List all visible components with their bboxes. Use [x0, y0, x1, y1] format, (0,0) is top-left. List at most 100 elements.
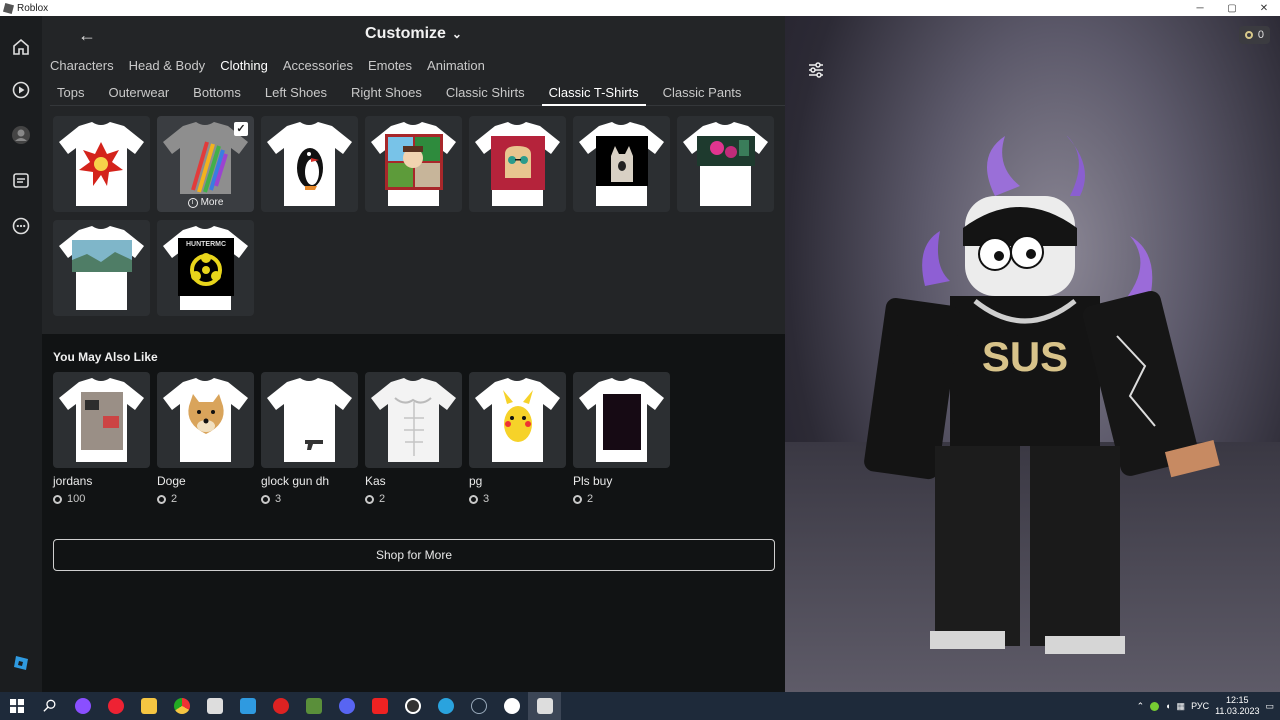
volume-icon[interactable]: ◖ [1165, 701, 1170, 711]
item-tile[interactable] [573, 116, 670, 212]
rec-price: 2 [573, 493, 593, 505]
roblox-logo-icon [2, 2, 15, 14]
item-tile[interactable] [53, 116, 150, 212]
more-info-button[interactable]: i More [158, 194, 253, 211]
rec-price: 2 [365, 493, 385, 505]
equipped-check-icon: ✓ [234, 122, 248, 136]
robux-icon [573, 494, 582, 504]
tab-characters[interactable]: Characters [50, 56, 122, 76]
start-button[interactable] [0, 692, 33, 720]
roblox-running-app-icon[interactable] [528, 692, 561, 720]
chat-icon[interactable] [8, 168, 34, 194]
explorer-app-icon[interactable] [132, 692, 165, 720]
roblox-studio-app-icon[interactable] [231, 692, 264, 720]
tab-clothing[interactable]: Clothing [220, 56, 276, 76]
item-tile[interactable] [53, 220, 150, 316]
minimize-button[interactable]: ─ [1184, 0, 1216, 16]
discord-app-icon[interactable] [330, 692, 363, 720]
chrome-app-icon[interactable] [165, 692, 198, 720]
robux-icon [261, 494, 270, 504]
robux-balance-value: 0 [1257, 29, 1264, 41]
rec-thumbnail[interactable] [157, 372, 254, 468]
subtab-classic-shirts[interactable]: Classic Shirts [439, 82, 532, 105]
rec-thumbnail[interactable] [261, 372, 358, 468]
taskbar-clock[interactable]: 12:15 11.03.2023 [1215, 695, 1259, 717]
item-tile[interactable] [365, 116, 462, 212]
tray-chevron-up-icon[interactable]: ⌃ [1137, 701, 1145, 712]
avatar-icon[interactable] [8, 122, 34, 148]
recommendations-section: You May Also Like jordans 100 Doge 2 glo… [42, 334, 785, 692]
subtab-outerwear[interactable]: Outerwear [101, 82, 176, 105]
notifications-icon[interactable]: ▭ [1265, 701, 1274, 712]
tab-accessories[interactable]: Accessories [283, 56, 361, 76]
toast-glasses-shirt-icon [475, 122, 560, 206]
item-tile[interactable]: HUNTERMC [157, 220, 254, 316]
dark-square-shirt-icon [579, 378, 664, 462]
opera-app-icon[interactable] [264, 692, 297, 720]
alice-app-icon[interactable] [66, 692, 99, 720]
network-icon[interactable]: ▦ [1177, 701, 1186, 712]
customize-dropdown[interactable]: Customize ⌄ [42, 25, 785, 43]
maximize-button[interactable]: ▢ [1216, 0, 1248, 16]
window-title-text: Roblox [17, 2, 49, 14]
subtab-classic-t-shirts[interactable]: Classic T-Shirts [541, 82, 646, 106]
windows-taskbar: ⌃ ◖ ▦ РУС 12:15 11.03.2023 ▭ [0, 692, 1280, 720]
subtab-left-shoes[interactable]: Left Shoes [258, 82, 334, 105]
robux-icon [53, 494, 62, 504]
rec-thumbnail[interactable] [365, 372, 462, 468]
roblox-app-icon[interactable] [198, 692, 231, 720]
avatar-preview[interactable]: 0 SUS [785, 16, 1280, 692]
minecraft-app-icon[interactable] [297, 692, 330, 720]
subtab-classic-pants[interactable]: Classic Pants [656, 82, 749, 105]
item-tile[interactable] [677, 116, 774, 212]
pikachu-shirt-icon [475, 378, 560, 462]
tab-animation[interactable]: Animation [427, 56, 493, 76]
window-title: Roblox [0, 2, 49, 14]
rec-name: jordans [53, 474, 93, 488]
subtab-right-shoes[interactable]: Right Shoes [344, 82, 429, 105]
rec-thumbnail[interactable] [573, 372, 670, 468]
play-icon[interactable] [8, 77, 34, 103]
info-icon: i [187, 197, 198, 208]
pink-scene-shirt-icon [683, 122, 768, 206]
robux-balance[interactable]: 0 [1238, 26, 1270, 44]
page-title: Customize [365, 25, 446, 42]
rec-price: 100 [53, 493, 85, 505]
yandex-app-icon[interactable] [363, 692, 396, 720]
rec-name: Doge [157, 474, 186, 488]
rec-thumbnail[interactable] [469, 372, 566, 468]
panel-header: ← Customize ⌄ [42, 16, 785, 54]
yandex-browser-app-icon[interactable] [495, 692, 528, 720]
nav-rail [0, 16, 42, 692]
subtab-tops[interactable]: Tops [50, 82, 91, 105]
biohazard-print-text: HUNTERMC [186, 241, 226, 248]
obs-app-icon[interactable] [396, 692, 429, 720]
recommendations-title: You May Also Like [53, 350, 158, 364]
more-menu-icon[interactable] [8, 213, 34, 239]
telegram-app-icon[interactable] [429, 692, 462, 720]
roblox-studio-icon[interactable] [8, 650, 34, 676]
window-titlebar: Roblox ─ ▢ ✕ [0, 0, 1280, 16]
tab-emotes[interactable]: Emotes [368, 56, 420, 76]
home-icon[interactable] [8, 34, 34, 60]
keyboard-language[interactable]: РУС [1191, 701, 1209, 711]
item-tile[interactable] [469, 116, 566, 212]
robux-icon [365, 494, 374, 504]
rec-name: Kas [365, 474, 386, 488]
vivaldi-app-icon[interactable] [99, 692, 132, 720]
tray-app-icon[interactable] [1150, 701, 1160, 711]
avatar-shirt-text: SUS [982, 333, 1068, 380]
close-window-button[interactable]: ✕ [1248, 0, 1280, 16]
shop-for-more-button[interactable]: Shop for More [53, 539, 775, 571]
rec-thumbnail[interactable] [53, 372, 150, 468]
subtab-bottoms[interactable]: Bottoms [186, 82, 248, 105]
system-tray: ⌃ ◖ ▦ РУС 12:15 11.03.2023 ▭ [1137, 692, 1280, 720]
tab-head-body[interactable]: Head & Body [129, 56, 214, 76]
sliders-icon[interactable] [805, 59, 827, 81]
steam-app-icon[interactable] [462, 692, 495, 720]
item-tile[interactable] [261, 116, 358, 212]
search-icon[interactable] [33, 692, 66, 720]
category-tabs: Characters Head & Body Clothing Accessor… [50, 56, 500, 76]
item-tile-equipped[interactable]: ✓ i More [157, 116, 254, 212]
penguin-shirt-icon [267, 122, 352, 206]
